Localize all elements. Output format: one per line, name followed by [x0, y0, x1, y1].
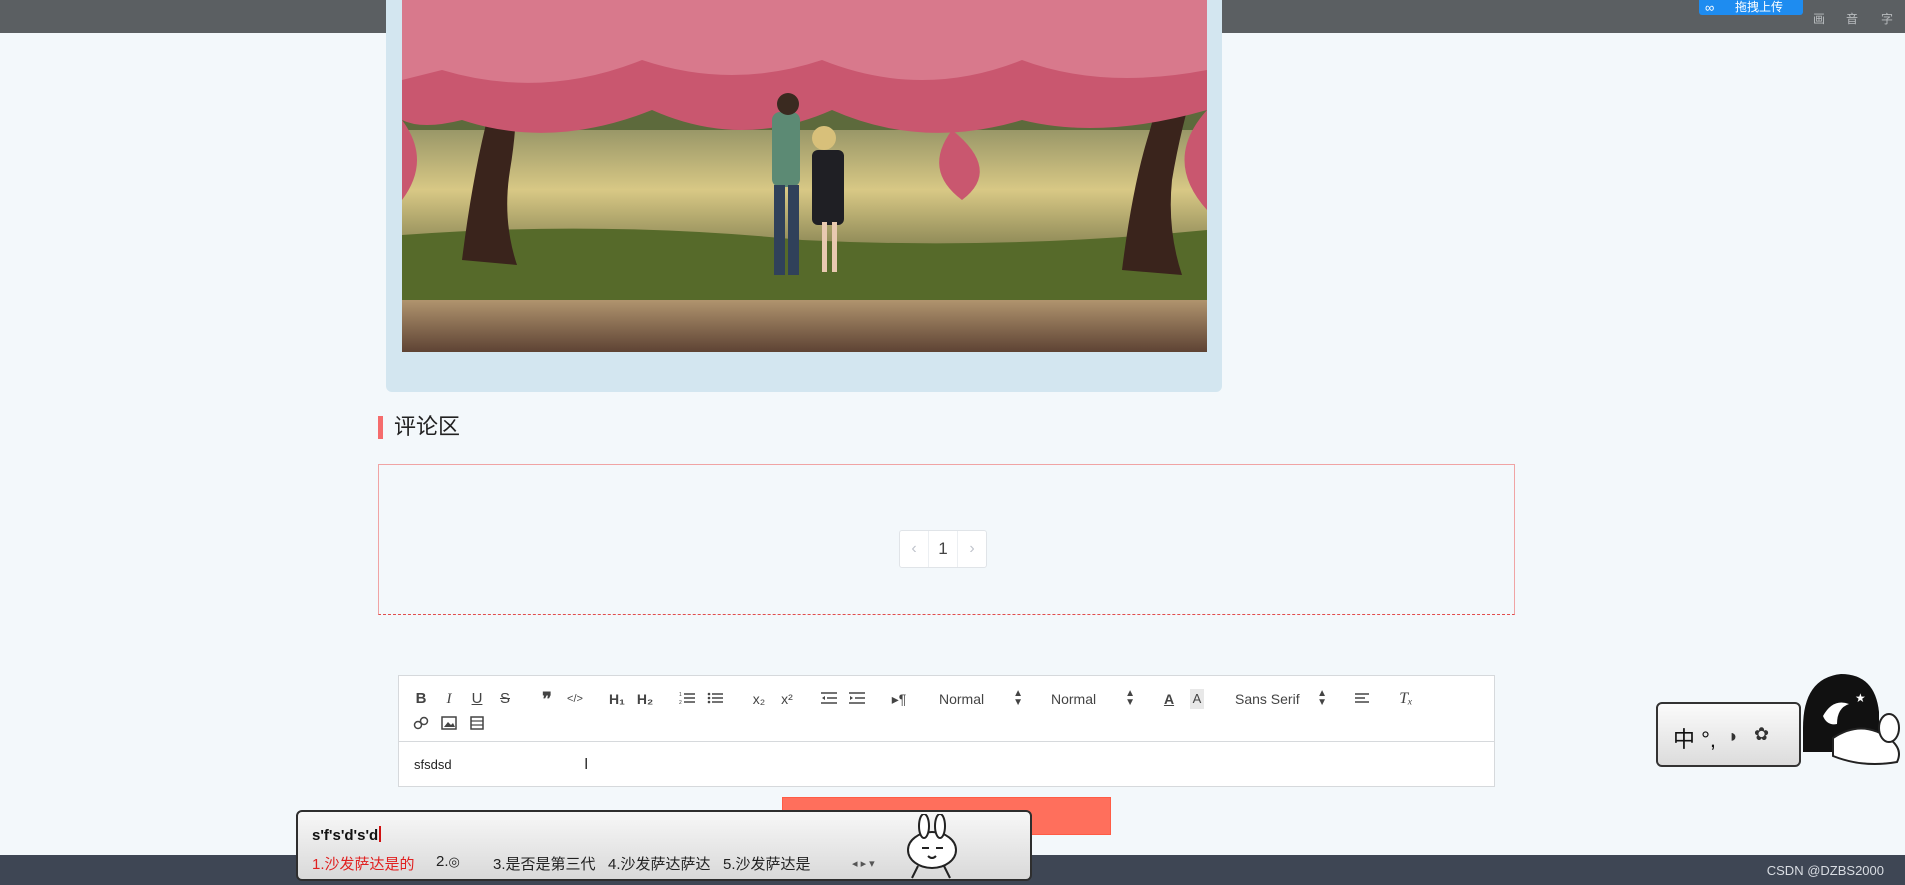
pager-page-1[interactable]: 1 — [928, 531, 958, 567]
comment-section-title: 评论区 — [378, 414, 460, 440]
footer-credit: CSDN @DZBS2000 — [1766, 863, 1884, 878]
ime-composition: s'f's'd's'd — [312, 826, 382, 844]
ime-caret — [379, 826, 382, 842]
clear-format-icon[interactable]: Tₓ — [1395, 689, 1417, 709]
article-image-card — [386, 0, 1222, 392]
outdent-icon[interactable] — [818, 689, 840, 709]
comment-section-title-text: 评论区 — [394, 414, 461, 439]
heading2-icon[interactable]: H₂ — [634, 689, 656, 709]
text-tool-button[interactable]: 字 — [1881, 10, 1893, 27]
svg-text:1: 1 — [679, 692, 682, 698]
background-color-icon[interactable]: A — [1190, 689, 1204, 709]
font-picker[interactable]: Sans Serif ▲ ▼ — [1235, 689, 1327, 709]
skin-icon[interactable]: ✿ — [1754, 724, 1769, 745]
ime-rabbit-mascot-icon — [907, 814, 957, 879]
code-block-icon[interactable]: </> — [564, 689, 586, 709]
ime-composition-text: s'f's'd's'd — [312, 827, 379, 844]
ime-candidate-2[interactable]: 2.◎ — [436, 853, 460, 870]
align-icon[interactable] — [1352, 689, 1374, 709]
title-accent-bar — [378, 416, 383, 439]
audio-tool-button[interactable]: 音 — [1846, 10, 1858, 27]
bold-icon[interactable]: B — [410, 689, 432, 709]
strike-icon[interactable]: S — [494, 689, 516, 709]
picker-arrows-icon: ▲ ▼ — [1125, 688, 1135, 708]
size-picker[interactable]: Normal ▲ ▼ — [1051, 689, 1135, 709]
comment-list-box: ‹ 1 › — [378, 464, 1515, 615]
picker-arrows-icon: ▲ ▼ — [1013, 688, 1023, 708]
ime-status-text: 中 °, — [1673, 727, 1717, 752]
emoji-icon: ◎ — [448, 854, 460, 869]
picker-arrows-icon: ▲ ▼ — [1317, 688, 1327, 708]
svg-text:2: 2 — [679, 700, 682, 705]
svg-text:★: ★ — [1855, 691, 1866, 705]
comment-editor: B I U S ❞ </> H₁ H₂ 12 x₂ x² ▸¶ Normal ▲… — [398, 675, 1495, 787]
editor-text: sfsdsd — [414, 757, 452, 772]
font-picker-value: Sans Serif — [1235, 691, 1300, 707]
drag-upload-label: 拖拽上传 — [1735, 0, 1784, 14]
pager-next-button[interactable]: › — [958, 531, 986, 567]
pager-prev-button[interactable]: ‹ — [900, 531, 928, 567]
pagination: ‹ 1 › — [899, 530, 987, 568]
text-direction-icon[interactable]: ▸¶ — [888, 689, 910, 709]
editor-toolbar: B I U S ❞ </> H₁ H₂ 12 x₂ x² ▸¶ Normal ▲… — [399, 676, 1494, 742]
bullet-list-icon[interactable] — [704, 689, 726, 709]
ime-night-mascot-icon: ★ — [1803, 674, 1900, 765]
subscript-icon[interactable]: x₂ — [748, 689, 770, 709]
ime-status-bar[interactable]: 中 °, ◗ ✿ — [1656, 702, 1801, 767]
ime-candidate-4[interactable]: 4.沙发萨达萨达 — [608, 853, 711, 874]
ime-candidate-2-label: 2. — [436, 853, 449, 870]
size-picker-value: Normal — [1051, 691, 1097, 707]
ime-page-nav-icon[interactable]: ◂ ▸ ▾ — [852, 857, 875, 870]
underline-icon[interactable]: U — [466, 689, 488, 709]
ime-candidate-5[interactable]: 5.沙发萨达是 — [723, 853, 811, 874]
drag-upload-button[interactable]: ∞ 拖拽上传 — [1699, 0, 1803, 15]
image-icon[interactable] — [438, 714, 460, 734]
font-color-icon[interactable]: A — [1158, 689, 1180, 709]
header-picker-value: Normal — [939, 691, 985, 707]
ime-candidate-1[interactable]: 1.沙发萨达是的 — [312, 853, 415, 874]
editor-text-area[interactable]: sfsdsd — [414, 757, 452, 772]
cloud-link-icon: ∞ — [1705, 0, 1715, 15]
indent-icon[interactable] — [846, 689, 868, 709]
blockquote-icon[interactable]: ❞ — [536, 689, 558, 709]
ime-candidate-3[interactable]: 3.是否是第三代 — [493, 853, 596, 874]
italic-icon[interactable]: I — [438, 689, 460, 709]
ime-candidate-window: s'f's'd's'd 1.沙发萨达是的 2.◎ 3.是否是第三代 4.沙发萨达… — [296, 810, 1032, 881]
text-cursor-icon: I — [584, 756, 589, 773]
ordered-list-icon[interactable]: 12 — [676, 689, 698, 709]
link-icon[interactable] — [410, 714, 432, 734]
heading1-icon[interactable]: H₁ — [606, 689, 628, 709]
video-icon[interactable] — [466, 714, 488, 734]
moon-mode-icon[interactable]: ◗ — [1728, 726, 1739, 747]
header-picker[interactable]: Normal ▲ ▼ — [939, 689, 1023, 709]
draw-tool-button[interactable]: 画 — [1813, 10, 1825, 27]
article-photo — [402, 0, 1207, 352]
superscript-icon[interactable]: x² — [776, 689, 798, 709]
